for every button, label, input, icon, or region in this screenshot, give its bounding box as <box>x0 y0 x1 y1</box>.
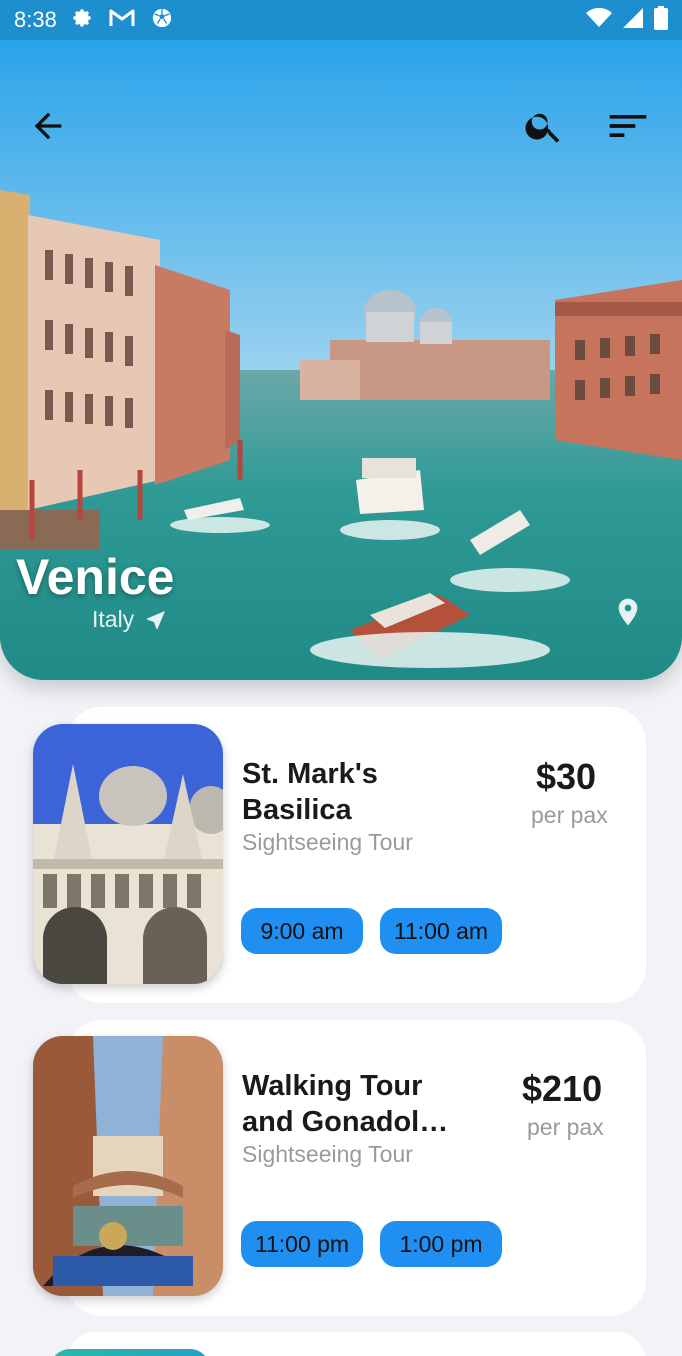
hero-banner: Venice Italy <box>0 40 682 680</box>
time-slot-chip[interactable]: 11:00 pm <box>241 1221 363 1267</box>
search-icon <box>525 113 560 143</box>
time-slot-chip[interactable]: 1:00 pm <box>380 1221 502 1267</box>
country-row: Italy <box>92 606 168 633</box>
tour-price: $210 <box>522 1068 603 1109</box>
tour-image-basilica <box>33 724 223 984</box>
navigation-arrow-icon <box>147 610 166 629</box>
tour-type: Sightseeing Tour <box>242 1141 413 1167</box>
time-slot-chip[interactable]: 11:00 am <box>380 908 502 954</box>
cell-signal-icon <box>622 7 644 34</box>
wifi-icon <box>586 7 612 33</box>
price-unit: per pax <box>527 1114 604 1140</box>
tour-name-line1: Walking Tour <box>242 1070 423 1102</box>
tour-image-gondola <box>33 1036 223 1296</box>
country-label: Italy <box>92 606 135 632</box>
status-bar: 8:38 <box>0 0 682 40</box>
location-pin-button[interactable] <box>612 594 644 630</box>
price-unit: per pax <box>531 802 608 828</box>
tour-name: St. Mark's Basilica <box>242 756 472 828</box>
settings-gear-icon <box>71 7 93 34</box>
arrow-left-icon <box>34 112 62 140</box>
tour-name-line1: St. Mark's <box>242 758 378 790</box>
sort-icon <box>609 115 647 137</box>
map-pin-icon <box>618 598 638 626</box>
search-button[interactable] <box>522 104 566 148</box>
tour-name: Walking Tour and Gonadol… <box>242 1068 472 1140</box>
tour-price: $30 <box>536 756 597 797</box>
status-time: 8:38 <box>14 7 57 32</box>
tour-name-line2: Basilica <box>242 794 352 826</box>
battery-icon <box>654 5 668 35</box>
tour-name-line2: and Gonadol… <box>242 1106 449 1138</box>
back-button[interactable] <box>26 104 70 148</box>
gmail-icon <box>109 8 135 33</box>
tour-image-partial <box>50 1349 210 1356</box>
city-title: Venice <box>16 549 175 605</box>
soccer-ball-icon <box>151 7 173 34</box>
sort-filter-button[interactable] <box>606 104 650 148</box>
time-slot-chip[interactable]: 9:00 am <box>241 908 363 954</box>
tour-type: Sightseeing Tour <box>242 829 413 855</box>
